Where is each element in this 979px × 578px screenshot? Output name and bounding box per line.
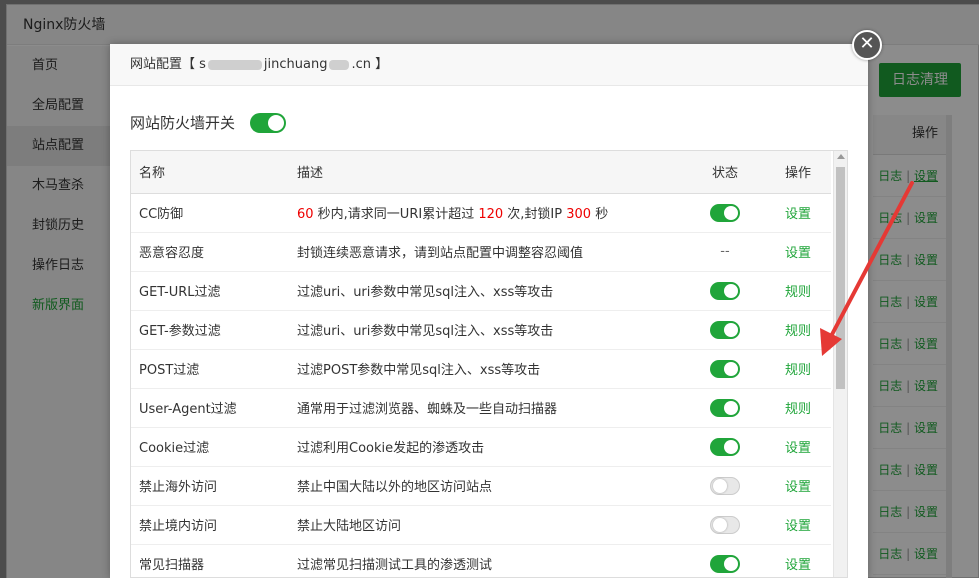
rule-settings-link[interactable]: 设置 (785, 441, 811, 456)
rule-settings-link[interactable]: 设置 (785, 558, 811, 573)
table-row: 禁止境内访问 禁止大陆地区访问 设置 (131, 505, 831, 545)
table-scrollbar[interactable] (833, 151, 847, 577)
rule-op: 设置 (765, 427, 831, 467)
col-op-header: 操作 (765, 151, 831, 194)
rule-op: 规则 (765, 310, 831, 350)
rule-desc: 60 秒内,请求同一URI累计超过 120 次,封锁IP 300 秒 (289, 193, 685, 233)
rule-op: 规则 (765, 388, 831, 428)
rule-name: User-Agent过滤 (131, 388, 289, 428)
rule-name: Cookie过滤 (131, 427, 289, 467)
table-header-row: 名称 描述 状态 操作 (131, 151, 831, 194)
rule-op: 设置 (765, 232, 831, 272)
rule-name: CC防御 (131, 193, 289, 233)
rule-state (685, 427, 765, 467)
rule-toggle[interactable] (710, 398, 740, 417)
rule-op: 设置 (765, 505, 831, 545)
rule-state (685, 388, 765, 428)
rule-op: 规则 (765, 349, 831, 389)
modal-title: 网站配置【 s jinchuang .cn 】 (110, 44, 868, 86)
firewall-switch-label: 网站防火墙开关 (130, 113, 236, 132)
rule-toggle[interactable] (710, 203, 740, 222)
rule-desc: 过滤POST参数中常见sql注入、xss等攻击 (289, 349, 685, 389)
rules-table-wrap: 名称 描述 状态 操作 CC防御 60 秒内,请求同一URI累计超过 120 次… (130, 150, 848, 578)
table-row: GET-参数过滤 过滤uri、uri参数中常见sql注入、xss等攻击 规则 (131, 310, 831, 350)
table-row: GET-URL过滤 过滤uri、uri参数中常见sql注入、xss等攻击 规则 (131, 271, 831, 311)
rule-toggle[interactable] (710, 437, 740, 456)
rule-op: 设置 (765, 193, 831, 233)
rule-toggle[interactable] (710, 476, 740, 495)
rule-state (685, 505, 765, 545)
table-row: POST过滤 过滤POST参数中常见sql注入、xss等攻击 规则 (131, 349, 831, 389)
rule-settings-link[interactable]: 设置 (785, 246, 811, 261)
rules-table: 名称 描述 状态 操作 CC防御 60 秒内,请求同一URI累计超过 120 次… (131, 151, 831, 577)
firewall-master-toggle[interactable] (249, 112, 286, 133)
rule-rules-link[interactable]: 规则 (785, 402, 811, 417)
table-row: 恶意容忍度 封锁连续恶意请求，请到站点配置中调整容忍阈值 -- 设置 (131, 232, 831, 272)
rule-desc: 禁止中国大陆以外的地区访问站点 (289, 466, 685, 506)
rule-desc: 过滤常见扫描测试工具的渗透测试 (289, 544, 685, 577)
rule-desc: 过滤uri、uri参数中常见sql注入、xss等攻击 (289, 310, 685, 350)
rule-rules-link[interactable]: 规则 (785, 285, 811, 300)
rule-op: 设置 (765, 466, 831, 506)
rule-op: 规则 (765, 271, 831, 311)
scroll-up-icon[interactable] (837, 154, 845, 159)
rule-desc: 通常用于过滤浏览器、蜘蛛及一些自动扫描器 (289, 388, 685, 428)
rule-name: 禁止境内访问 (131, 505, 289, 545)
redacted-text (207, 59, 262, 70)
rule-state (685, 544, 765, 577)
rule-name: GET-URL过滤 (131, 271, 289, 311)
rule-settings-link[interactable]: 设置 (785, 519, 811, 534)
rule-name: POST过滤 (131, 349, 289, 389)
col-desc-header: 描述 (289, 151, 685, 194)
close-icon[interactable]: ✕ (852, 30, 882, 60)
rule-state (685, 271, 765, 311)
rule-toggle[interactable] (710, 515, 740, 534)
rule-name: 恶意容忍度 (131, 232, 289, 272)
rule-state (685, 193, 765, 233)
rule-toggle[interactable] (710, 281, 740, 300)
rule-op: 设置 (765, 544, 831, 577)
rule-name: 常见扫描器 (131, 544, 289, 577)
rule-desc: 过滤uri、uri参数中常见sql注入、xss等攻击 (289, 271, 685, 311)
rule-state (685, 349, 765, 389)
col-name-header: 名称 (131, 151, 289, 194)
rule-state (685, 466, 765, 506)
rule-state (685, 310, 765, 350)
rule-settings-link[interactable]: 设置 (785, 207, 811, 222)
rule-rules-link[interactable]: 规则 (785, 363, 811, 378)
col-state-header: 状态 (685, 151, 765, 194)
table-row: User-Agent过滤 通常用于过滤浏览器、蜘蛛及一些自动扫描器 规则 (131, 388, 831, 428)
rule-name: GET-参数过滤 (131, 310, 289, 350)
rule-toggle[interactable] (710, 359, 740, 378)
table-row: CC防御 60 秒内,请求同一URI累计超过 120 次,封锁IP 300 秒 … (131, 193, 831, 233)
rule-rules-link[interactable]: 规则 (785, 324, 811, 339)
rule-desc: 封锁连续恶意请求，请到站点配置中调整容忍阈值 (289, 232, 685, 272)
table-row: 禁止海外访问 禁止中国大陆以外的地区访问站点 设置 (131, 466, 831, 506)
rule-toggle[interactable] (710, 554, 740, 573)
rule-desc: 禁止大陆地区访问 (289, 505, 685, 545)
rule-toggle[interactable] (710, 320, 740, 339)
rule-state: -- (685, 232, 765, 272)
redacted-text (329, 59, 350, 70)
rule-desc: 过滤利用Cookie发起的渗透攻击 (289, 427, 685, 467)
table-row: Cookie过滤 过滤利用Cookie发起的渗透攻击 设置 (131, 427, 831, 467)
firewall-switch-row: 网站防火墙开关 (130, 110, 286, 134)
rule-settings-link[interactable]: 设置 (785, 480, 811, 495)
rule-name: 禁止海外访问 (131, 466, 289, 506)
site-config-modal: 网站配置【 s jinchuang .cn 】 ✕ 网站防火墙开关 名称 描述 状态… (110, 30, 882, 578)
table-row: 常见扫描器 过滤常见扫描测试工具的渗透测试 设置 (131, 544, 831, 577)
scroll-thumb[interactable] (836, 167, 845, 389)
